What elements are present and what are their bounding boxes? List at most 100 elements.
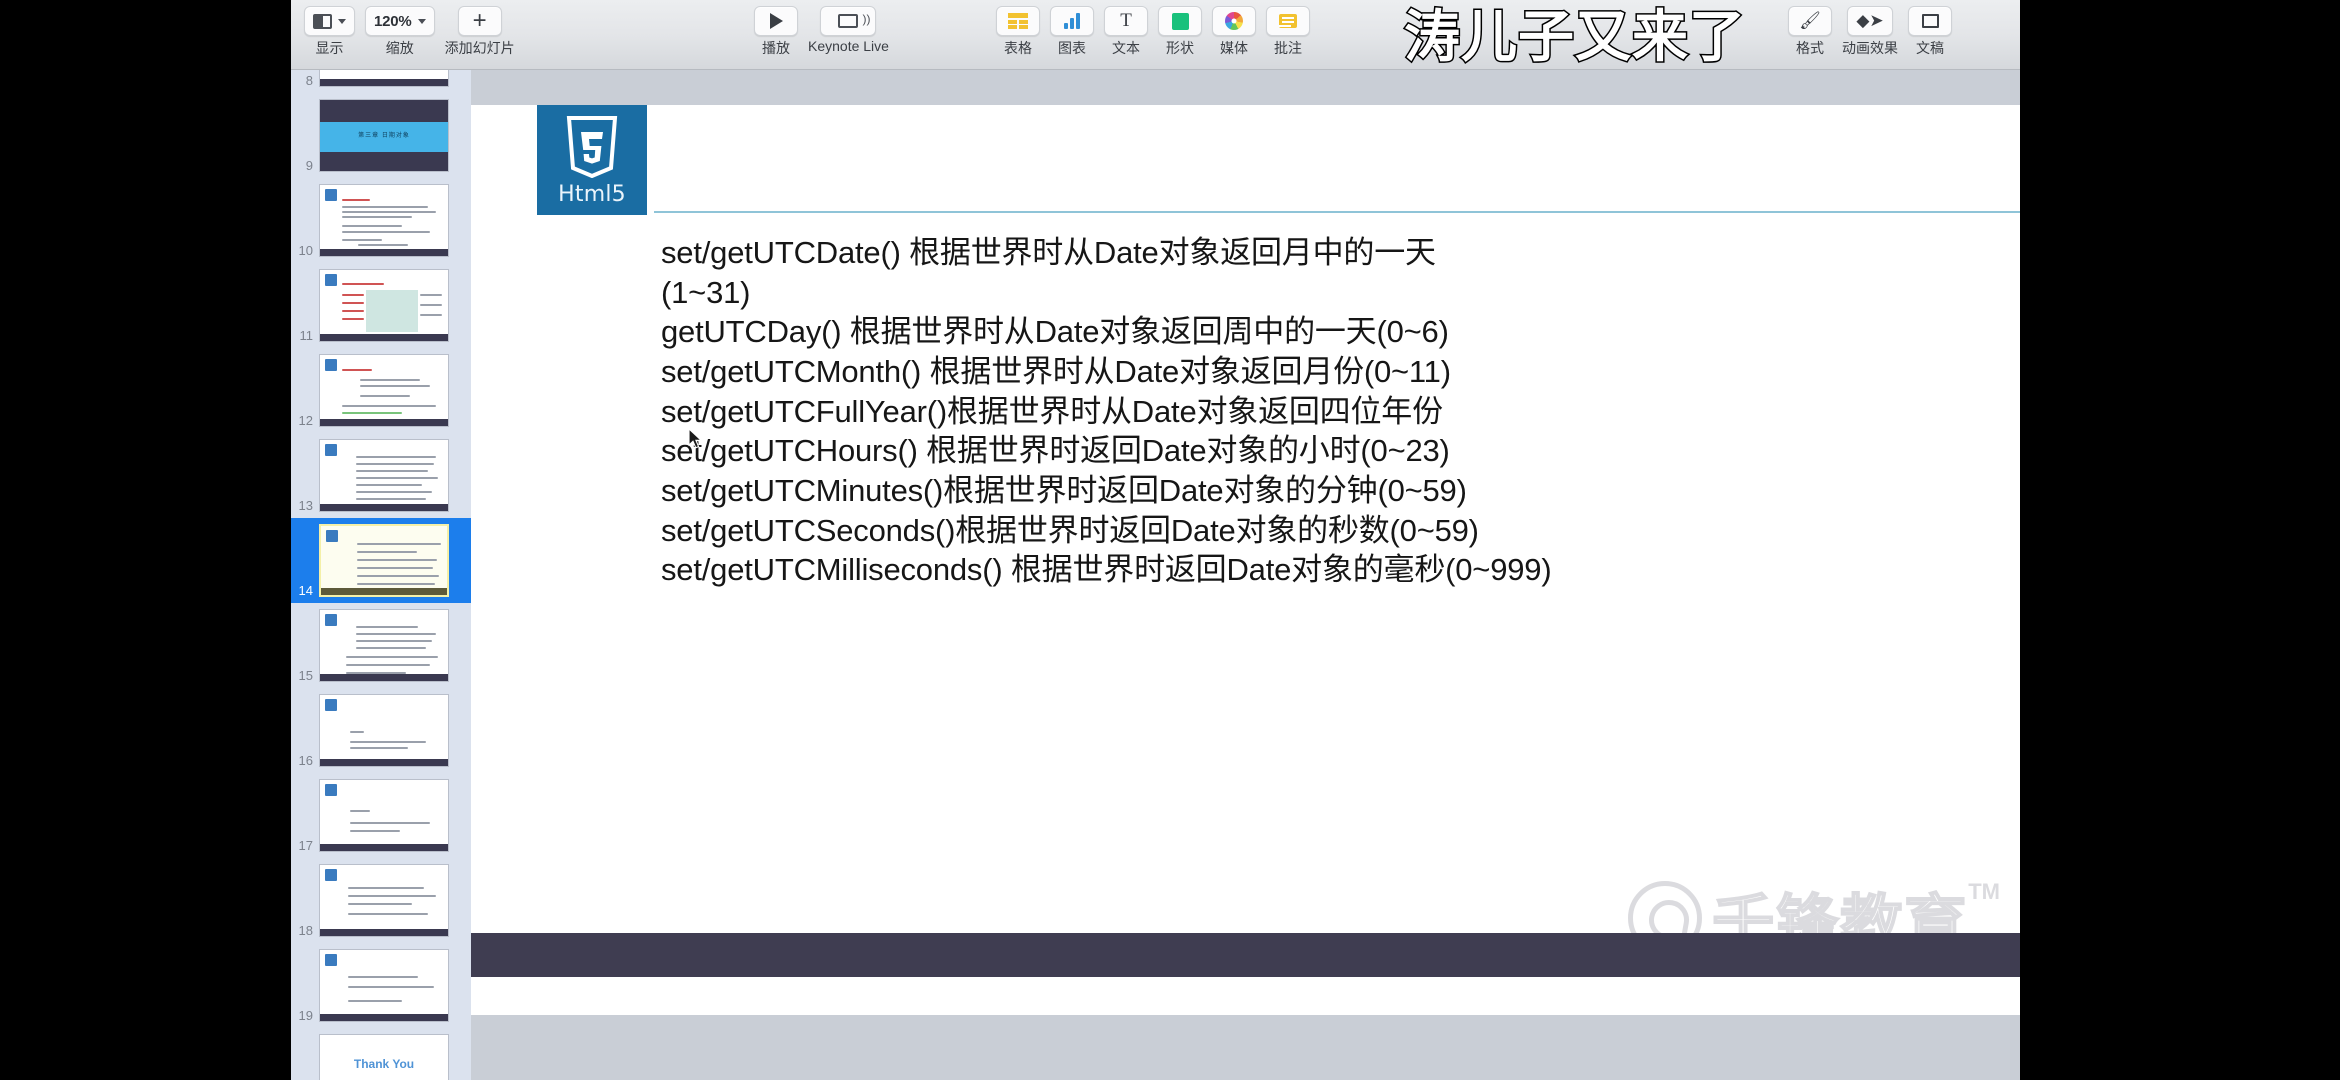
slide-thumbnail-8[interactable]: 8 [291, 70, 471, 93]
play-button-surface[interactable] [754, 6, 798, 36]
slide-number: 10 [291, 244, 319, 263]
insert-table-label: 表格 [1004, 38, 1032, 58]
slide-thumbnail-19[interactable]: 19 [291, 943, 471, 1028]
document-button-label: 文稿 [1916, 38, 1944, 58]
slide-text-line: set/getUTCMonth() 根据世界时从Date对象返回月份(0~11) [661, 352, 1961, 392]
thumbnail-image [319, 864, 449, 937]
shape-icon [1172, 13, 1189, 30]
zoom-button-surface[interactable]: 120% [365, 6, 435, 36]
slide-number: 15 [291, 669, 319, 688]
current-slide[interactable]: Html5 set/getUTCDate() 根据世界时从Date对象返回月中的… [471, 105, 2020, 1015]
slide-thumbnail-15[interactable]: 15 [291, 603, 471, 688]
toolbar-play-group: 播放 Keynote Live [749, 0, 894, 58]
thumbnail-image [319, 609, 449, 682]
keynote-live-button-label: Keynote Live [808, 38, 889, 54]
zoom-button[interactable]: 120% 缩放 [365, 0, 435, 58]
insert-comment-button-surface[interactable] [1266, 6, 1310, 36]
add-slide-button-label: 添加幻灯片 [445, 38, 515, 58]
slide-body-text: set/getUTCDate() 根据世界时从Date对象返回月中的一天 (1~… [661, 233, 1961, 590]
format-button[interactable]: 🖌 格式 [1788, 0, 1832, 58]
slide-thumbnail-17[interactable]: 17 [291, 773, 471, 858]
thumbnail-image [319, 949, 449, 1022]
thumbnail-image [319, 524, 449, 597]
slide-text-line: set/getUTCMilliseconds() 根据世界时返回Date对象的毫… [661, 550, 1961, 590]
keynote-live-button[interactable]: Keynote Live [808, 0, 889, 54]
animate-button-surface[interactable]: ◆➤ [1847, 6, 1892, 36]
add-slide-button[interactable]: + 添加幻灯片 [445, 0, 515, 58]
format-button-label: 格式 [1796, 38, 1824, 58]
view-button[interactable]: 显示 [304, 0, 355, 58]
plus-icon: + [473, 11, 487, 31]
slide-number: 18 [291, 924, 319, 943]
insert-table-button[interactable]: 表格 [996, 0, 1040, 58]
thumbnail-thanks-title: Thank You [320, 1057, 448, 1071]
slide-number: 9 [291, 159, 319, 178]
mouse-cursor [688, 428, 704, 450]
html5-shield-icon [564, 116, 620, 178]
format-brush-icon: 🖌 [1799, 13, 1821, 29]
insert-shape-button-surface[interactable] [1158, 6, 1202, 36]
watermark-trademark: TM [1968, 879, 2000, 905]
insert-comment-button[interactable]: 批注 [1266, 0, 1310, 58]
play-button[interactable]: 播放 [754, 0, 798, 58]
animate-button-label: 动画效果 [1842, 38, 1898, 58]
insert-media-label: 媒体 [1220, 38, 1248, 58]
keynote-live-button-surface[interactable] [820, 6, 876, 36]
slide-number: 12 [291, 414, 319, 433]
slide-text-line: set/getUTCDate() 根据世界时从Date对象返回月中的一天 [661, 233, 1961, 273]
insert-table-button-surface[interactable] [996, 6, 1040, 36]
media-icon [1225, 12, 1243, 30]
slide-canvas-area[interactable]: Html5 set/getUTCDate() 根据世界时从Date对象返回月中的… [471, 70, 2020, 1080]
html5-badge: Html5 [537, 105, 647, 215]
slide-thumbnail-18[interactable]: 18 [291, 858, 471, 943]
slide-thumbnail-14[interactable]: 14 [291, 518, 471, 603]
add-slide-button-surface[interactable]: + [458, 6, 502, 36]
insert-shape-button[interactable]: 形状 [1158, 0, 1202, 58]
zoom-button-label: 缩放 [386, 38, 414, 58]
document-button[interactable]: 文稿 [1908, 0, 1952, 58]
slide-thumbnail-11[interactable]: 11 [291, 263, 471, 348]
view-button-surface[interactable] [304, 6, 355, 36]
insert-media-button[interactable]: 媒体 [1212, 0, 1256, 58]
format-button-surface[interactable]: 🖌 [1788, 6, 1832, 36]
insert-media-button-surface[interactable] [1212, 6, 1256, 36]
animate-button[interactable]: ◆➤ 动画效果 [1842, 0, 1898, 58]
slide-text-line: set/getUTCHours() 根据世界时返回Date对象的小时(0~23) [661, 431, 1961, 471]
play-button-label: 播放 [762, 38, 790, 58]
insert-text-button[interactable]: T 文本 [1104, 0, 1148, 58]
slide-thumbnail-16[interactable]: 16 [291, 688, 471, 773]
thumbnail-image [319, 184, 449, 257]
video-caption-overlay: 涛儿子又来了 [1404, 0, 1746, 73]
animate-icon: ◆➤ [1856, 13, 1883, 29]
chevron-down-icon [338, 19, 346, 24]
table-icon [1008, 13, 1028, 29]
zoom-level-value: 120% [374, 13, 412, 30]
text-icon: T [1120, 13, 1132, 29]
slide-number: 13 [291, 499, 319, 518]
slide-footer-band [471, 933, 2020, 977]
chart-icon [1064, 13, 1080, 29]
toolbar-insert-group: 表格 图表 T 文本 [991, 0, 1315, 58]
slide-text-line: set/getUTCSeconds()根据世界时返回Date对象的秒数(0~59… [661, 511, 1961, 551]
slide-thumbnail-10[interactable]: 10 [291, 178, 471, 263]
toolbar-right-group: 🖌 格式 ◆➤ 动画效果 文稿 [1783, 0, 1957, 58]
slide-divider [654, 211, 2020, 213]
slide-thumbnail-20[interactable]: 20 Thank You [291, 1028, 471, 1080]
document-button-surface[interactable] [1908, 6, 1952, 36]
comment-icon [1279, 14, 1297, 28]
slide-thumbnail-13[interactable]: 13 [291, 433, 471, 518]
slide-number: 19 [291, 1009, 319, 1028]
document-icon [1922, 14, 1939, 28]
insert-text-button-surface[interactable]: T [1104, 6, 1148, 36]
thumbnail-image [319, 439, 449, 512]
insert-chart-button[interactable]: 图表 [1050, 0, 1094, 58]
slide-navigator[interactable]: 8 9 第三章 日期对象 10 [291, 70, 471, 1080]
insert-chart-button-surface[interactable] [1050, 6, 1094, 36]
thumbnail-section-title: 第三章 日期对象 [320, 130, 448, 139]
slide-thumbnail-12[interactable]: 12 [291, 348, 471, 433]
play-icon [770, 13, 783, 29]
keynote-window: 显示 120% 缩放 + 添加幻灯片 [291, 0, 2020, 1080]
slide-thumbnail-9[interactable]: 9 第三章 日期对象 [291, 93, 471, 178]
slide-number: 16 [291, 754, 319, 773]
thumbnail-image [319, 70, 449, 87]
